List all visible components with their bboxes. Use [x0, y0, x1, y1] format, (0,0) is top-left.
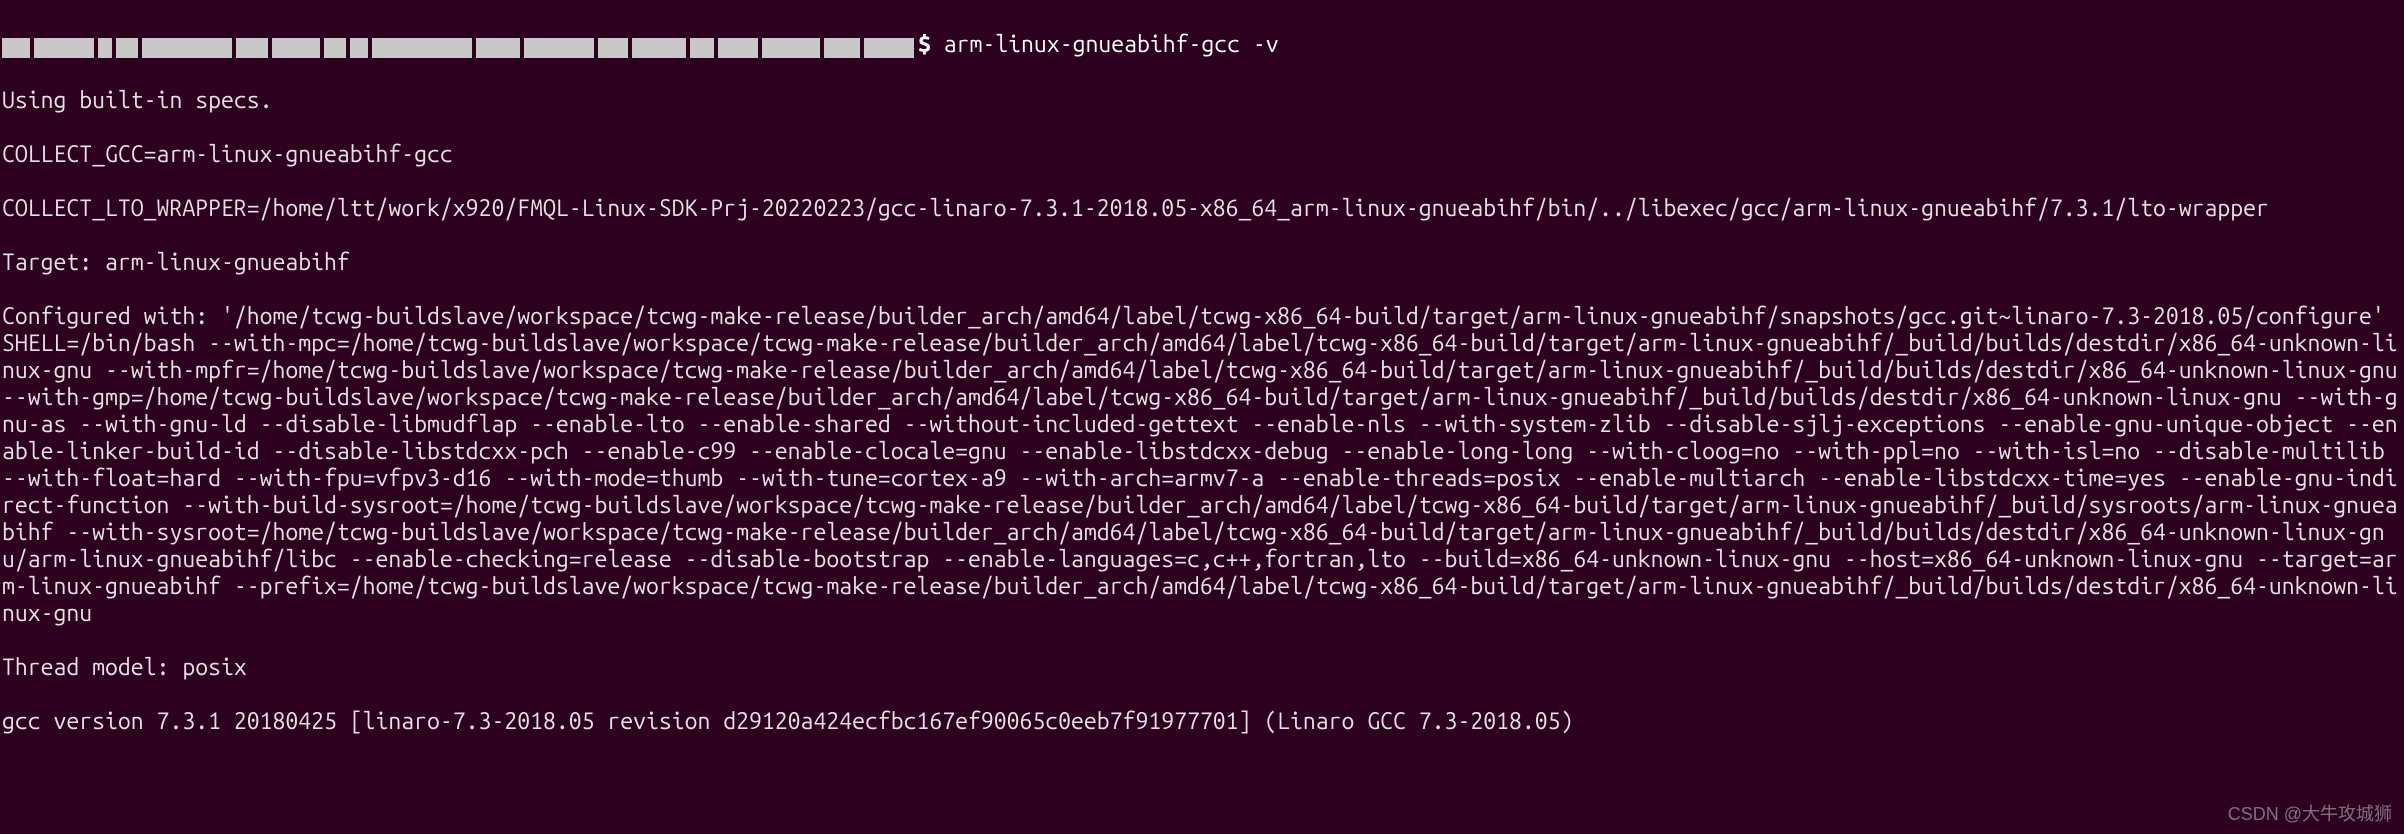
- command-text: arm-linux-gnueabihf-gcc -v: [931, 32, 1279, 57]
- prompt-dollar: $: [918, 32, 931, 57]
- output-line: Using built-in specs.: [2, 87, 2402, 114]
- watermark-text: CSDN @大牛攻城狮: [2228, 801, 2392, 828]
- output-line: COLLECT_LTO_WRAPPER=/home/ltt/work/x920/…: [2, 195, 2402, 222]
- output-line: Thread model: posix: [2, 654, 2402, 681]
- output-line: Configured with: '/home/tcwg-buildslave/…: [2, 303, 2402, 627]
- prompt-line: $ arm-linux-gnueabihf-gcc -v: [2, 31, 2402, 60]
- terminal-window[interactable]: $ arm-linux-gnueabihf-gcc -v Using built…: [0, 0, 2404, 834]
- output-line: gcc version 7.3.1 20180425 [linaro-7.3-2…: [2, 708, 2402, 735]
- censored-prompt: [2, 33, 918, 60]
- output-line: Target: arm-linux-gnueabihf: [2, 249, 2402, 276]
- output-line: COLLECT_GCC=arm-linux-gnueabihf-gcc: [2, 141, 2402, 168]
